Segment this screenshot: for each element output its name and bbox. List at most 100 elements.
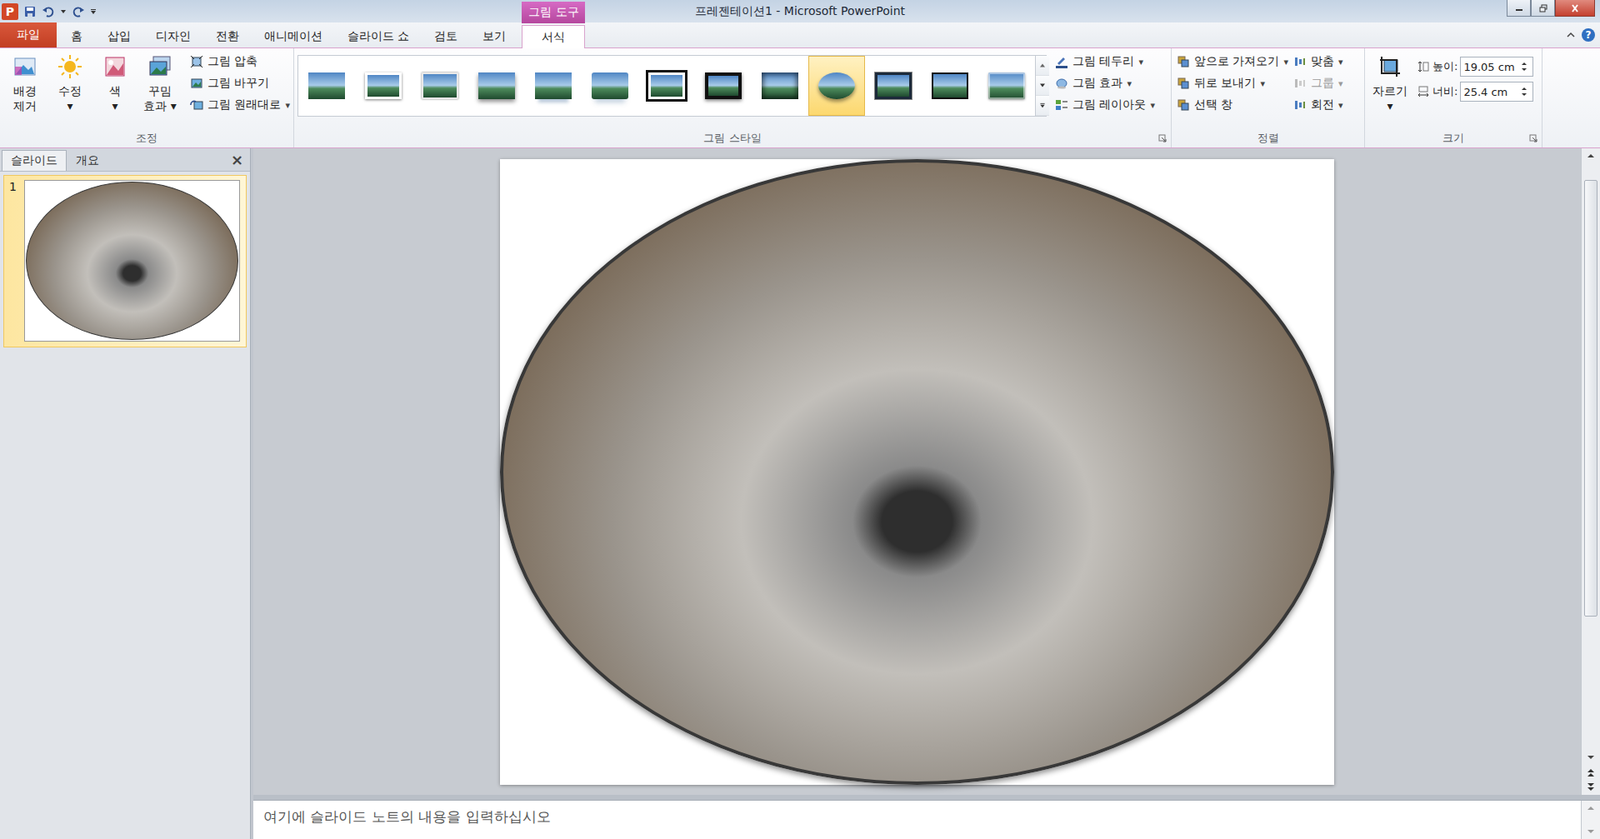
style-option[interactable] xyxy=(638,55,695,116)
redo-icon[interactable] xyxy=(71,5,85,19)
notes-input[interactable]: 여기에 슬라이드 노트의 내용을 입력하십시오 xyxy=(253,800,1581,839)
powerpoint-icon[interactable]: P xyxy=(1,3,19,20)
slides-panel: 슬라이드개요 × 1 xyxy=(0,148,251,839)
window-controls xyxy=(1506,0,1600,17)
group-label: 정렬 xyxy=(1171,129,1365,148)
small-button[interactable]: 맞춤 ▾ xyxy=(1291,51,1345,72)
button-label: 색 xyxy=(109,83,121,99)
dialog-launcher-icon[interactable] xyxy=(1529,134,1538,143)
dialog-launcher-icon[interactable] xyxy=(1158,134,1167,143)
ribbon-controls: ? xyxy=(1566,22,1600,48)
size-input[interactable]: 19.05 cm xyxy=(1460,56,1534,77)
button-label: 맞춤 xyxy=(1310,54,1335,70)
ribbon: 배경제거 수정▾ 색▾ 꾸밈효과 ▾ 그림 압축 그림 바꾸기 그림 원래대로 … xyxy=(0,48,1600,149)
previous-slide-icon[interactable] xyxy=(1581,765,1600,780)
style-option[interactable] xyxy=(581,55,639,116)
group-label: 조정 xyxy=(0,129,294,148)
ribbon-tab[interactable]: 애니메이션 xyxy=(251,25,335,48)
large-button[interactable]: 수정▾ xyxy=(48,51,92,130)
style-option[interactable] xyxy=(751,55,809,116)
style-preview xyxy=(365,72,402,100)
small-button[interactable]: 회전 ▾ xyxy=(1291,95,1345,115)
crop-button[interactable]: 자르기▾ xyxy=(1368,51,1412,130)
gallery-up-button[interactable] xyxy=(1035,55,1050,76)
undo-dropdown-icon[interactable] xyxy=(60,8,67,15)
ribbon-tab[interactable]: 전환 xyxy=(203,25,252,48)
artistic-effects-icon xyxy=(146,53,174,80)
scroll-thumb[interactable] xyxy=(1584,180,1598,617)
spinner[interactable] xyxy=(1520,61,1533,72)
ribbon-tab[interactable]: 삽입 xyxy=(95,25,144,48)
next-slide-icon[interactable] xyxy=(1581,780,1600,795)
button-label: 선택 창 xyxy=(1194,97,1233,113)
panel-tab[interactable]: 개요 xyxy=(66,150,109,171)
style-option[interactable] xyxy=(468,55,525,116)
small-button[interactable]: 그림 바꾸기 xyxy=(188,73,292,94)
style-option[interactable] xyxy=(355,55,412,116)
ribbon-tab[interactable]: 홈 xyxy=(58,25,95,48)
large-button[interactable]: 배경제거 xyxy=(3,51,47,130)
ribbon-tab[interactable]: 슬라이드 쇼 xyxy=(335,25,422,48)
minimize-button[interactable] xyxy=(1506,0,1531,17)
decrease-icon xyxy=(1520,92,1528,97)
scroll-up-icon[interactable] xyxy=(1581,148,1600,164)
style-option[interactable] xyxy=(411,55,469,116)
customize-toolbar-icon[interactable] xyxy=(90,8,97,15)
ribbon-tab[interactable]: 그림 도구 서식 xyxy=(521,25,585,49)
vertical-scrollbar xyxy=(1580,148,1600,795)
button-label: 그림 테두리 xyxy=(1072,54,1135,70)
style-option[interactable] xyxy=(525,55,582,116)
undo-icon[interactable] xyxy=(41,5,55,19)
notes-scrollbar xyxy=(1580,800,1600,839)
style-option[interactable] xyxy=(865,55,922,116)
small-button[interactable]: 그림 효과 ▾ xyxy=(1053,73,1157,94)
spinner[interactable] xyxy=(1520,86,1533,97)
small-button[interactable]: 그림 테두리 ▾ xyxy=(1053,51,1157,72)
thumbnail-picture xyxy=(25,181,239,340)
scroll-down-icon[interactable] xyxy=(1581,824,1600,839)
close-button[interactable] xyxy=(1555,0,1595,17)
compress-pictures-icon xyxy=(190,55,204,69)
gallery-down-button[interactable] xyxy=(1035,75,1050,96)
close-panel-button[interactable]: × xyxy=(224,150,250,169)
reset-picture-icon xyxy=(190,98,204,112)
small-button[interactable]: 그림 레이아웃 ▾ xyxy=(1053,95,1157,115)
save-icon[interactable] xyxy=(23,5,37,19)
panel-tab[interactable]: 슬라이드 xyxy=(1,150,67,171)
scroll-up-icon[interactable] xyxy=(1581,800,1600,816)
ribbon-tab[interactable]: 파일 xyxy=(0,22,57,48)
small-button[interactable]: 선택 창 xyxy=(1175,95,1290,115)
help-button[interactable]: ? xyxy=(1581,28,1595,42)
large-button[interactable]: 꾸밈효과 ▾ xyxy=(138,51,182,130)
ribbon-tab[interactable]: 보기 xyxy=(470,25,519,48)
small-button[interactable]: 그림 압축 xyxy=(188,51,292,72)
button-label: 그림 원래대로 xyxy=(207,97,281,113)
scroll-down-icon[interactable] xyxy=(1581,750,1600,765)
slide-thumbnail[interactable]: 1 xyxy=(3,175,247,348)
style-option[interactable] xyxy=(695,55,752,116)
small-button[interactable]: 뒤로 보내기 ▾ xyxy=(1175,73,1290,94)
koala-picture[interactable] xyxy=(500,159,1335,785)
style-preview xyxy=(648,72,685,100)
button-label: 꾸밈 xyxy=(148,83,172,99)
style-option[interactable] xyxy=(808,55,865,116)
restore-icon xyxy=(1538,4,1549,13)
dropdown-arrow: ▾ xyxy=(1126,78,1132,90)
small-button[interactable]: 그룹 ▾ xyxy=(1291,73,1345,94)
maximize-button[interactable] xyxy=(1530,0,1555,17)
large-button[interactable]: 색▾ xyxy=(93,51,137,130)
increase-icon xyxy=(1520,86,1528,91)
small-button[interactable]: 그림 원래대로 ▾ xyxy=(188,95,292,115)
style-option[interactable] xyxy=(921,55,979,116)
small-button[interactable]: 앞으로 가져오기 ▾ xyxy=(1175,51,1290,72)
gallery-more-button[interactable] xyxy=(1035,95,1050,116)
style-option[interactable] xyxy=(978,55,1035,116)
crop-icon xyxy=(1376,53,1404,80)
size-input[interactable]: 25.4 cm xyxy=(1460,81,1534,102)
style-option[interactable] xyxy=(298,55,355,116)
minimize-ribbon-icon[interactable] xyxy=(1566,31,1575,39)
ribbon-tab[interactable]: 검토 xyxy=(421,25,470,48)
ribbon-tab[interactable]: 디자인 xyxy=(143,25,204,48)
button-label: 자르기 xyxy=(1372,83,1408,99)
picture-layout-icon xyxy=(1055,98,1069,112)
